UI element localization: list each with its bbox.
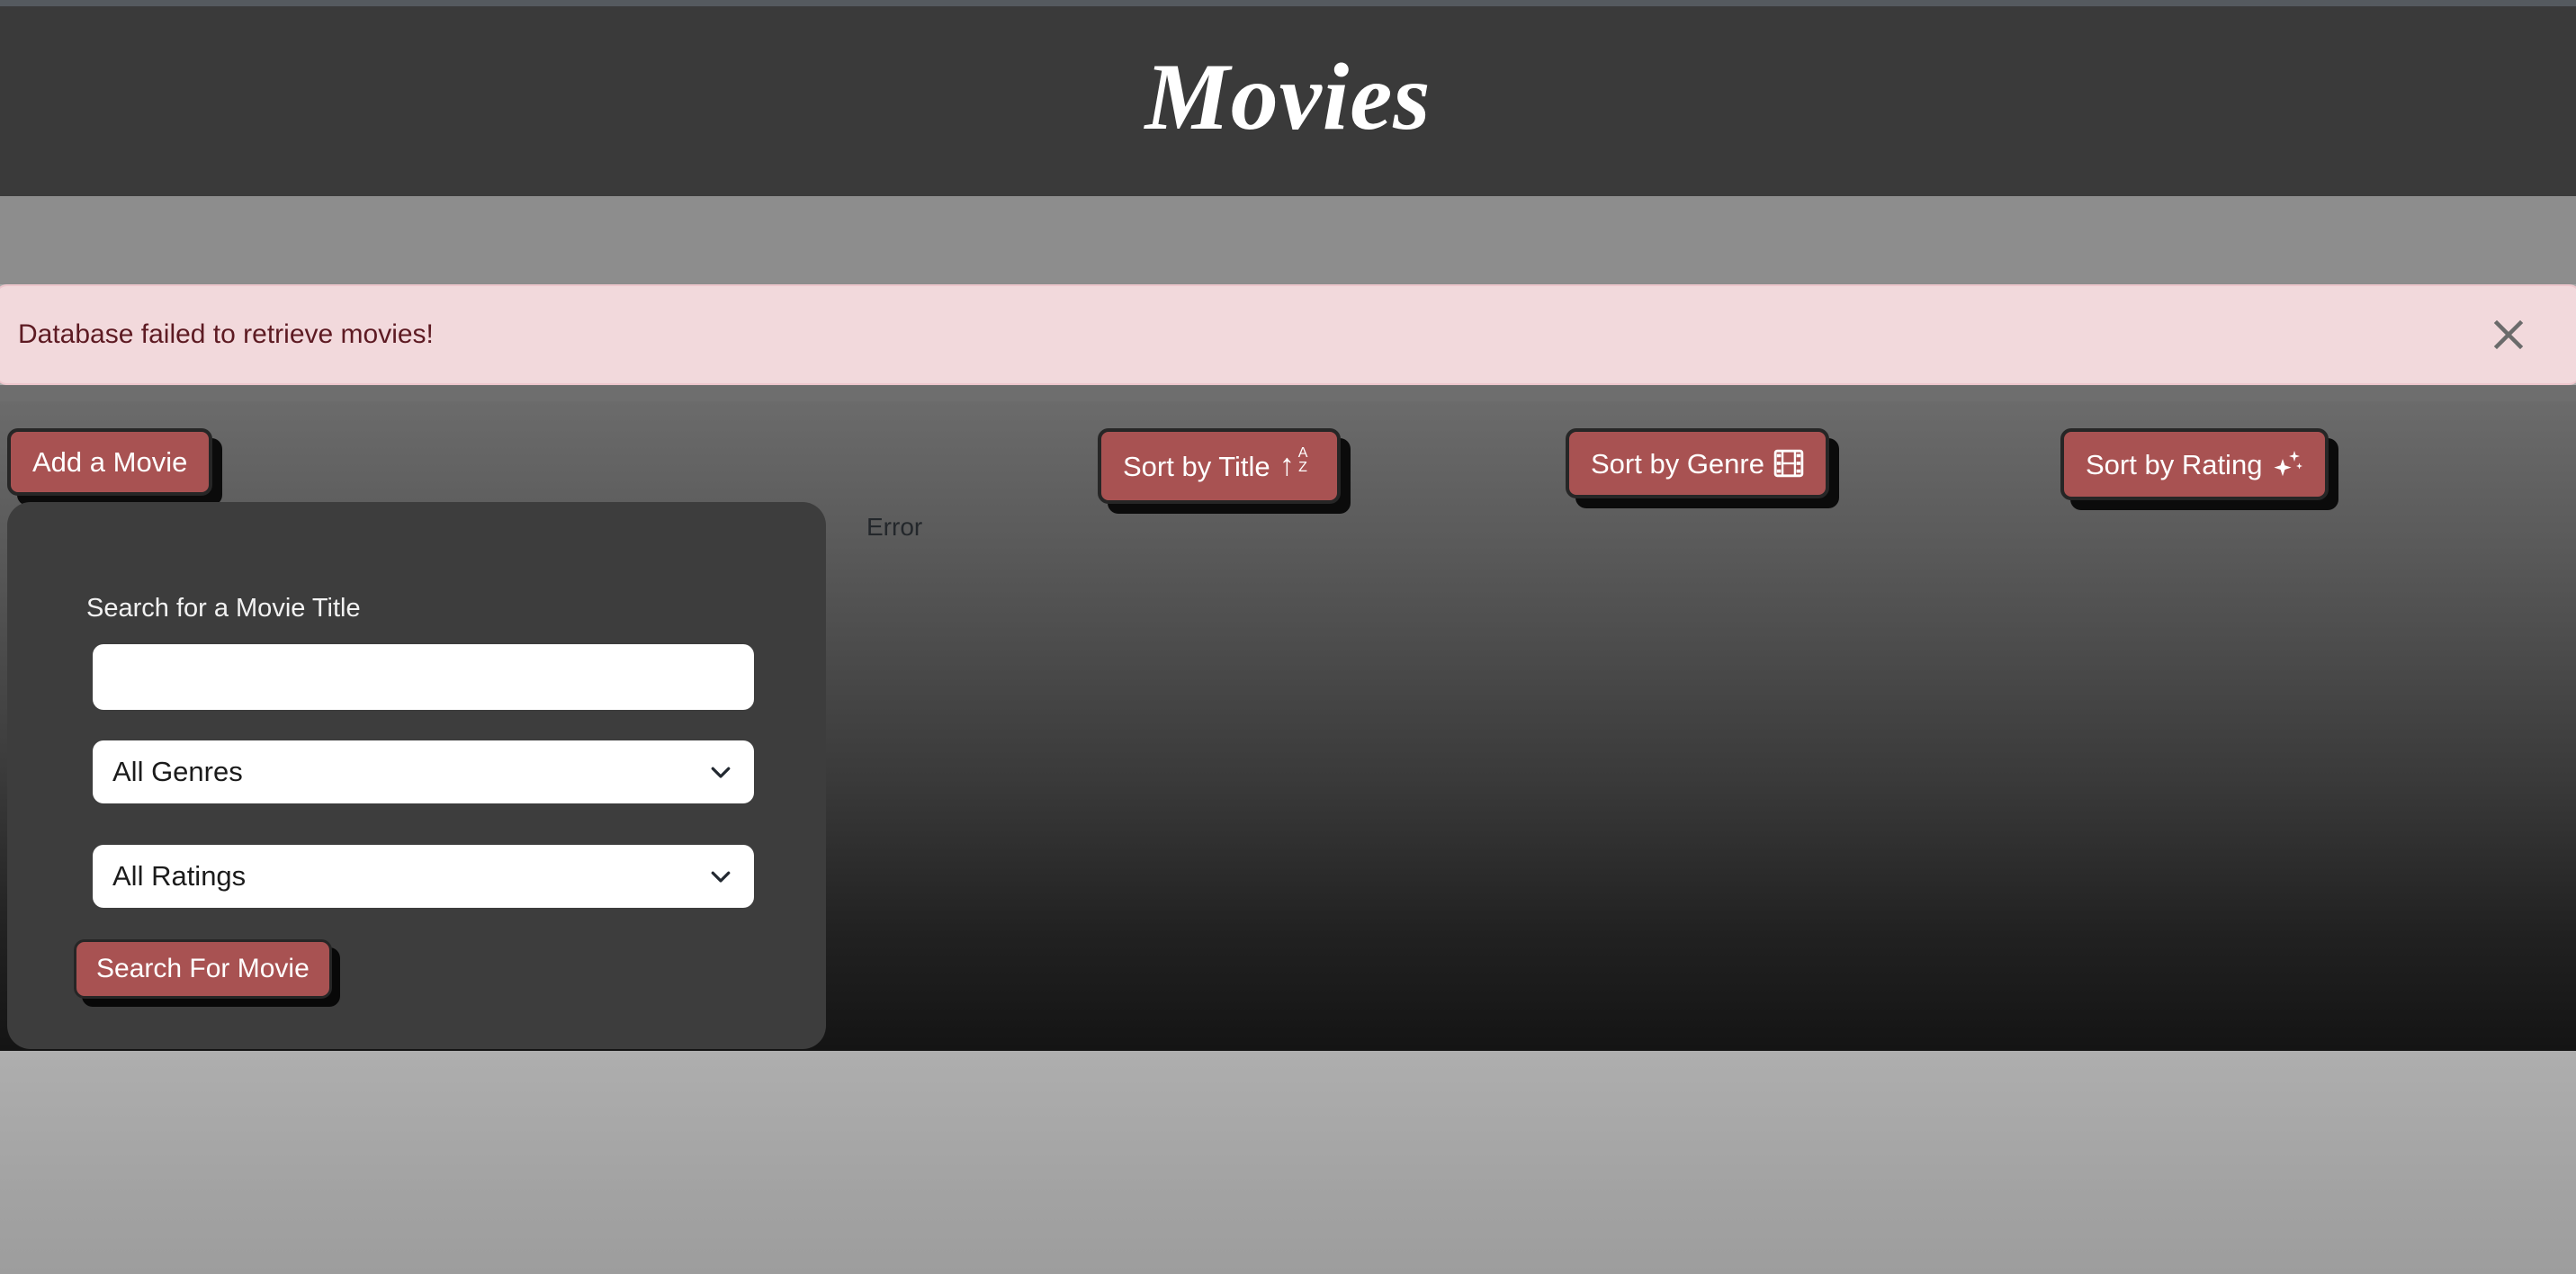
page-title: Movies (1144, 43, 1432, 149)
chevron-down-icon (711, 871, 731, 883)
search-panel: Search for a Movie Title All Genres All … (7, 502, 826, 1049)
sort-by-title-button[interactable]: Sort by Title ↑ A Z (1098, 428, 1341, 504)
main-content-area: Add a Movie Sort by Title ↑ A Z Sort by … (0, 401, 2576, 1051)
rating-select-value: All Ratings (112, 860, 247, 892)
sort-by-genre-label: Sort by Genre (1591, 447, 1764, 480)
movie-list-status: Error (866, 513, 923, 541)
az-letter-a: A (1297, 445, 1308, 461)
close-icon-glyph (2493, 319, 2524, 350)
add-movie-button[interactable]: Add a Movie (7, 428, 213, 496)
rating-select[interactable]: All Ratings (93, 845, 754, 908)
browser-scroll-strip (0, 0, 2576, 6)
az-letter-z: Z (1298, 460, 1307, 475)
site-header: Movies (0, 6, 2576, 196)
sort-by-title-label: Sort by Title (1123, 450, 1270, 482)
arrow-up-glyph: ↑ (1279, 448, 1295, 482)
search-for-movie-button[interactable]: Search For Movie (74, 939, 332, 999)
alert-spacer (0, 385, 2576, 401)
close-icon[interactable] (2482, 309, 2535, 361)
search-title-label: Search for a Movie Title (86, 594, 361, 623)
error-alert-banner: Database failed to retrieve movies! (0, 284, 2576, 385)
sort-by-rating-button[interactable]: Sort by Rating (2060, 428, 2329, 500)
film-strip-icon (1773, 448, 1804, 479)
toolbar: Add a Movie Sort by Title ↑ A Z Sort by … (0, 419, 2576, 509)
sparkles-icon (2271, 448, 2303, 480)
header-spacer (0, 196, 2576, 284)
search-for-movie-label: Search For Movie (96, 954, 310, 983)
genre-select[interactable]: All Genres (93, 740, 754, 803)
chevron-down-icon (711, 767, 731, 778)
film-strip-icon-glyph (1773, 449, 1804, 478)
genre-select-value: All Genres (112, 756, 243, 787)
sparkles-icon-glyph (2274, 451, 2303, 477)
arrow-up-a-z-icon: ↑ A Z (1279, 445, 1315, 484)
sort-by-genre-button[interactable]: Sort by Genre (1566, 428, 1829, 498)
search-title-input[interactable] (93, 644, 754, 710)
add-movie-label: Add a Movie (32, 446, 188, 478)
sort-by-rating-label: Sort by Rating (2086, 448, 2263, 480)
page-background-bottom (0, 1051, 2576, 1274)
alert-message: Database failed to retrieve movies! (18, 319, 434, 349)
